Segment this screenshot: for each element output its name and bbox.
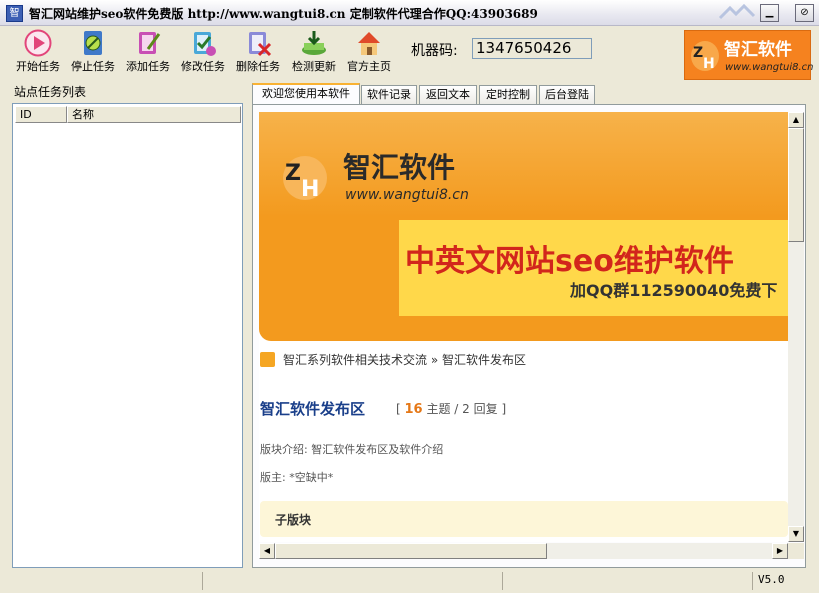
svg-text:H: H bbox=[703, 56, 715, 72]
column-header-name[interactable]: 名称 bbox=[67, 106, 241, 123]
banner-qq-group: 加QQ群112590040免费下 bbox=[570, 281, 778, 300]
start-task-button[interactable]: 开始任务 bbox=[10, 26, 66, 74]
forum-stats: [ 16 主题 / 2 回复 ] bbox=[396, 402, 507, 417]
site-task-list[interactable]: ID 名称 bbox=[12, 103, 243, 568]
edit-task-icon bbox=[194, 32, 216, 56]
site-task-list-title: 站点任务列表 bbox=[14, 85, 87, 99]
forum-intro: 版块介绍: 智汇软件发布区及软件介绍 bbox=[260, 443, 444, 456]
machine-code-label: 机器码: bbox=[411, 43, 458, 59]
vertical-scrollbar[interactable]: ▲ ▼ bbox=[788, 112, 804, 542]
tab-welcome[interactable]: 欢迎您使用本软件 bbox=[252, 83, 360, 104]
horizontal-scroll-thumb[interactable] bbox=[275, 543, 547, 559]
svg-text:H: H bbox=[301, 177, 319, 202]
sub-forum-label: 子版块 bbox=[275, 513, 312, 527]
zh-logo-icon: Z H bbox=[691, 41, 719, 72]
update-icon bbox=[302, 31, 326, 55]
logo-url: www.wangtui8.cn bbox=[725, 62, 814, 73]
brand-logo[interactable]: Z H 智汇软件 www.wangtui8.cn bbox=[684, 30, 814, 80]
breadcrumb-separator: » bbox=[430, 353, 439, 367]
sub-forum-box: 子版块 bbox=[260, 501, 788, 537]
machine-code-field[interactable]: 1347650426 bbox=[472, 38, 592, 59]
forum-moderator: 版主: *空缺中* bbox=[260, 471, 334, 484]
add-task-icon bbox=[139, 32, 161, 54]
delete-task-icon bbox=[249, 32, 272, 57]
web-banner[interactable]: Z H 智汇软件 www.wangtui8.cn 中英文网站seo维护软件 加Q… bbox=[259, 112, 788, 341]
version-label: V5.0 bbox=[758, 573, 785, 586]
scroll-down-arrow-icon[interactable]: ▼ bbox=[788, 526, 804, 542]
status-divider bbox=[502, 572, 503, 590]
banner-slogan: 中英文网站seo维护软件 bbox=[405, 244, 734, 279]
banner-zh-logo-icon: Z H bbox=[283, 156, 327, 202]
check-update-button[interactable]: 检测更新 bbox=[286, 26, 342, 74]
official-homepage-button[interactable]: 官方主页 bbox=[341, 26, 397, 74]
edit-task-button[interactable]: 修改任务 bbox=[175, 26, 231, 74]
title-bar: 智 智汇网站维护seo软件免费版 http://www.wangtui8.cn … bbox=[0, 0, 819, 26]
status-divider bbox=[202, 572, 203, 590]
tab-backend-login[interactable]: 后台登陆 bbox=[539, 85, 595, 104]
scroll-right-arrow-icon[interactable]: ▶ bbox=[772, 543, 788, 559]
stop-icon bbox=[84, 31, 102, 55]
add-task-button[interactable]: 添加任务 bbox=[120, 26, 176, 74]
scroll-left-arrow-icon[interactable]: ◀ bbox=[259, 543, 275, 559]
home-page-icon bbox=[358, 32, 380, 55]
minimize-button[interactable]: ▁ bbox=[760, 4, 779, 22]
svg-text:Z: Z bbox=[693, 45, 703, 61]
window-title: 智汇网站维护seo软件免费版 http://www.wangtui8.cn 定制… bbox=[29, 7, 538, 21]
tab-return-text[interactable]: 返回文本 bbox=[419, 85, 477, 104]
tab-timer-control[interactable]: 定时控制 bbox=[479, 85, 537, 104]
reply-count: 2 bbox=[462, 402, 470, 416]
tab-software-log[interactable]: 软件记录 bbox=[361, 85, 417, 104]
home-icon[interactable] bbox=[260, 352, 275, 367]
breadcrumb-link-2[interactable]: 智汇软件发布区 bbox=[442, 353, 526, 367]
column-header-id[interactable]: ID bbox=[15, 106, 67, 123]
scrollbar-corner bbox=[788, 543, 804, 559]
scroll-up-arrow-icon[interactable]: ▲ bbox=[788, 112, 804, 128]
topic-count: 16 bbox=[404, 402, 423, 417]
banner-url: www.wangtui8.cn bbox=[345, 187, 469, 203]
breadcrumb: 智汇系列软件相关技术交流 » 智汇软件发布区 bbox=[260, 351, 526, 368]
stop-task-button[interactable]: 停止任务 bbox=[65, 26, 121, 74]
svg-text:Z: Z bbox=[285, 161, 301, 186]
banner-brand-name: 智汇软件 bbox=[343, 151, 456, 184]
decorative-wave-icon bbox=[718, 4, 756, 20]
delete-task-button[interactable]: 删除任务 bbox=[230, 26, 286, 74]
vertical-scroll-thumb[interactable] bbox=[788, 128, 804, 242]
forum-title[interactable]: 智汇软件发布区 bbox=[260, 398, 365, 419]
horizontal-scrollbar[interactable]: ◀ ▶ bbox=[259, 543, 788, 559]
status-bar bbox=[0, 570, 819, 593]
close-button[interactable]: ⊘ bbox=[795, 4, 814, 22]
play-icon bbox=[24, 29, 52, 57]
app-icon: 智 bbox=[6, 5, 23, 22]
embedded-web-view[interactable]: Z H 智汇软件 www.wangtui8.cn 中英文网站seo维护软件 加Q… bbox=[259, 112, 788, 542]
status-divider bbox=[752, 572, 753, 590]
logo-text: 智汇软件 bbox=[724, 40, 792, 60]
breadcrumb-link-1[interactable]: 智汇系列软件相关技术交流 bbox=[283, 353, 427, 367]
